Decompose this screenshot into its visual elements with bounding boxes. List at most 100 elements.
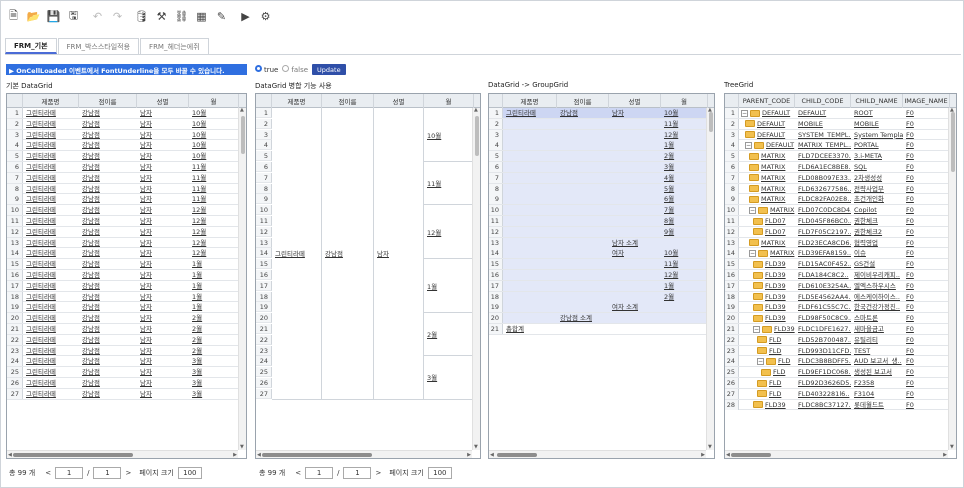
- table-cell[interactable]: F0: [903, 302, 950, 312]
- table-cell[interactable]: 그린티라떼: [23, 270, 79, 280]
- table-cell[interactable]: [609, 259, 661, 270]
- table-row[interactable]: 26 그린티라떼 강남점 남자 3월: [7, 378, 246, 389]
- table-row[interactable]: 4 그린티라떼 강남점 남자 10월: [7, 140, 246, 152]
- table-row[interactable]: 16 FLD39 FLDA184C8C2.. 제이비우리캐피.. F0: [725, 270, 956, 281]
- table-row[interactable]: 25 FLD FLD9EF1DC068.. 생성된 보고서 F0: [725, 367, 956, 378]
- table-cell[interactable]: [557, 162, 609, 172]
- merged-month-cell[interactable]: 11월: [424, 162, 474, 206]
- column-header[interactable]: 월: [189, 94, 239, 108]
- table-cell[interactable]: 그린티라떼: [23, 389, 79, 399]
- tree-node-cell[interactable]: FLD: [739, 389, 795, 399]
- table-cell[interactable]: 4월: [661, 172, 708, 183]
- tree-node-cell[interactable]: FLD: [739, 335, 795, 345]
- table-cell[interactable]: 강남점: [557, 108, 609, 118]
- table-cell[interactable]: F0: [903, 108, 950, 118]
- table-cell[interactable]: FLD52B700487..: [795, 335, 851, 345]
- table-cell[interactable]: 강남점: [79, 378, 137, 388]
- table-row[interactable]: 7 4월: [489, 172, 714, 184]
- table-cell[interactable]: 1월: [189, 281, 239, 291]
- table-cell[interactable]: FLD4032281l6..: [795, 389, 851, 399]
- table-row[interactable]: 12 9월: [489, 226, 714, 238]
- table-row[interactable]: 5 MATRIX FLD7DCEE3370.. 3.i-META F0: [725, 151, 956, 162]
- table-cell[interactable]: 강남점: [79, 184, 137, 194]
- column-header[interactable]: [489, 94, 503, 108]
- table-cell[interactable]: 강남점: [79, 162, 137, 172]
- tree-node-cell[interactable]: − FLD39: [739, 324, 795, 334]
- table-cell[interactable]: F0: [903, 356, 950, 366]
- table-cell[interactable]: [503, 226, 557, 237]
- vertical-scrollbar[interactable]: ▲ ▼: [706, 107, 714, 450]
- table-cell[interactable]: DEFAULT: [795, 108, 851, 118]
- table-cell[interactable]: F0: [903, 248, 950, 258]
- table-cell[interactable]: 강남점: [79, 292, 137, 302]
- table-cell[interactable]: [503, 259, 557, 270]
- scroll-down-icon[interactable]: ▼: [950, 444, 954, 450]
- table-cell[interactable]: 강남점: [79, 238, 137, 248]
- table-cell[interactable]: 2차생성성: [851, 173, 903, 183]
- table-row[interactable]: 17 FLD39 FLD610E3254A.. 엘엑스하우시스 F0: [725, 280, 956, 292]
- table-cell[interactable]: FLD39EFA8159..: [795, 248, 851, 258]
- table-row[interactable]: 13 MATRIX FLD23ECA8CD6.. 협력영업 F0: [725, 237, 956, 249]
- tree-node-cell[interactable]: FLD: [739, 378, 795, 388]
- table-cell[interactable]: 2월: [189, 335, 239, 345]
- table-cell[interactable]: 10월: [189, 151, 239, 161]
- radio-true[interactable]: true: [255, 65, 278, 74]
- table-cell[interactable]: FLDC1DFE1627..: [795, 324, 851, 334]
- table-cell[interactable]: [609, 216, 661, 226]
- table-cell[interactable]: 그린티라떼: [23, 346, 79, 356]
- table-cell[interactable]: 강남점: [79, 313, 137, 323]
- table-cell[interactable]: 그린티라떼: [23, 302, 79, 312]
- expand-toggle-icon[interactable]: −: [757, 357, 764, 365]
- scroll-left-icon[interactable]: ◀: [726, 452, 730, 458]
- table-row[interactable]: 8 5월: [489, 183, 714, 195]
- table-row[interactable]: 7 MATRIX FLD08B097E33.. 2차생성성 F0: [725, 172, 956, 184]
- table-cell[interactable]: FLD6A1EC8BE8..: [795, 162, 851, 172]
- table-cell[interactable]: 그린티라떼: [23, 367, 79, 377]
- table-cell[interactable]: [609, 324, 661, 334]
- expand-toggle-icon[interactable]: −: [741, 109, 748, 117]
- table-cell[interactable]: 남자: [137, 238, 189, 248]
- tree-node-cell[interactable]: FLD07: [739, 227, 795, 237]
- table-cell[interactable]: 남자: [137, 119, 189, 129]
- table-cell[interactable]: 10월: [189, 130, 239, 140]
- table-cell[interactable]: [503, 248, 557, 259]
- table-cell[interactable]: [503, 313, 557, 324]
- table-cell[interactable]: 강남점: [79, 119, 137, 129]
- table-cell[interactable]: F0: [903, 292, 950, 302]
- table-cell[interactable]: 강남점: [79, 270, 137, 280]
- table-cell[interactable]: 강남점 소계: [557, 313, 609, 324]
- table-cell[interactable]: F0: [903, 194, 950, 204]
- table-cell[interactable]: 그린티라떼: [23, 194, 79, 204]
- scroll-left-icon[interactable]: ◀: [8, 452, 12, 458]
- scroll-down-icon[interactable]: ▼: [474, 444, 478, 450]
- table-row[interactable]: 24 − FLD FLDC3B8BDFF5.. AUD 보고서_생.. F0: [725, 356, 956, 368]
- table-cell[interactable]: FLD5E4562AA4..: [795, 292, 851, 302]
- table-cell[interactable]: [503, 205, 557, 216]
- table-cell[interactable]: 8월: [661, 216, 708, 226]
- table-cell[interactable]: [557, 118, 609, 129]
- horizontal-scrollbar[interactable]: ◀ ▶: [725, 450, 948, 458]
- table-cell[interactable]: GS건설: [851, 259, 903, 269]
- table-cell[interactable]: 남자: [137, 270, 189, 280]
- table-cell[interactable]: FLDC82FA02E8..: [795, 194, 851, 204]
- table-cell[interactable]: [609, 172, 661, 183]
- table-cell[interactable]: 그린티라떼: [503, 108, 557, 118]
- table-row[interactable]: 11 FLD07 FLD045F86BC0.. 권한체크 F0: [725, 216, 956, 227]
- horizontal-scrollbar[interactable]: ◀ ▶: [489, 450, 706, 458]
- table-cell[interactable]: F0: [903, 281, 950, 291]
- table-cell[interactable]: F0: [903, 367, 950, 377]
- table-cell[interactable]: [503, 194, 557, 205]
- table-cell[interactable]: [609, 280, 661, 291]
- hierarchy-icon[interactable]: ⛓: [173, 8, 190, 25]
- tree-grid[interactable]: PARENT_CODE CHILD_CODE CHILD_NAME IMAGE_NAM…: [724, 93, 957, 459]
- table-cell[interactable]: F0: [903, 270, 950, 280]
- table-cell[interactable]: AUD 보고서_생..: [851, 356, 903, 366]
- table-cell[interactable]: 여자 소계: [609, 302, 661, 313]
- table-cell[interactable]: FLD08B097E33..: [795, 173, 851, 183]
- tree-node-cell[interactable]: FLD39: [739, 281, 795, 291]
- scroll-thumb[interactable]: [241, 116, 245, 154]
- tools-icon[interactable]: ⚒: [153, 8, 170, 25]
- table-cell[interactable]: [557, 270, 609, 280]
- tree-node-cell[interactable]: − FLD: [739, 356, 795, 366]
- horizontal-scrollbar[interactable]: ◀ ▶: [256, 450, 472, 458]
